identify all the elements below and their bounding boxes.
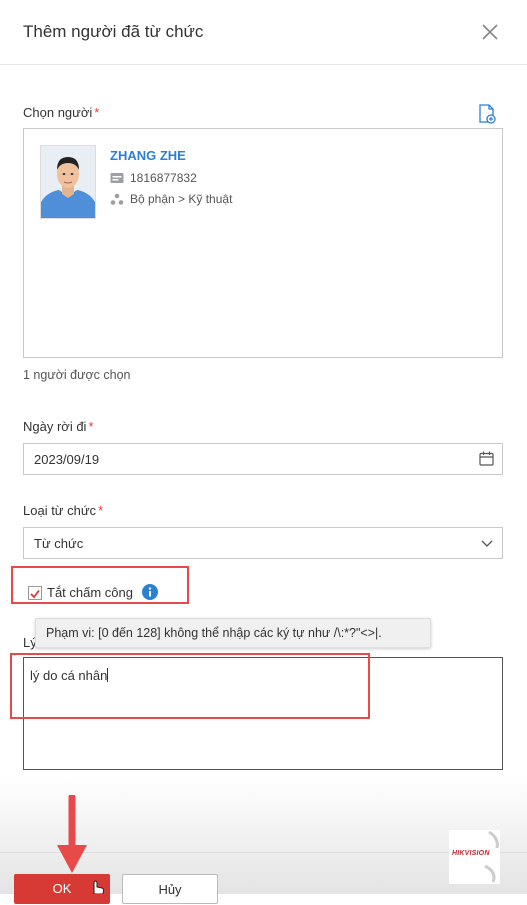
- close-icon[interactable]: [480, 22, 500, 42]
- annotation-highlight-checkbox: [11, 566, 189, 604]
- leave-date-value: 2023/09/19: [34, 452, 100, 467]
- avatar: [40, 145, 96, 219]
- dialog-header: Thêm người đã từ chức: [0, 0, 527, 65]
- leave-date-label: Ngày rời đi *: [23, 419, 94, 434]
- reason-tooltip: Phạm vi: [0 đến 128] không thể nhập các …: [35, 618, 431, 648]
- leave-date-input[interactable]: 2023/09/19: [23, 443, 503, 475]
- reason-tooltip-text: Phạm vi: [0 đến 128] không thể nhập các …: [46, 626, 382, 640]
- annotation-highlight-reason: [10, 653, 370, 719]
- add-person-icon[interactable]: [478, 104, 496, 124]
- dialog-title: Thêm người đã từ chức: [23, 22, 204, 41]
- selected-count: 1 người được chọn: [23, 368, 131, 382]
- cancel-button[interactable]: Hủy: [122, 874, 218, 904]
- brand-logo: HIKVISION: [449, 830, 500, 884]
- calendar-icon[interactable]: [479, 451, 494, 466]
- brand-logo-text: HIKVISION: [452, 850, 490, 857]
- person-picker-label: Chọn người *: [23, 105, 100, 120]
- annotation-arrow-icon: [57, 795, 87, 873]
- required-mark: *: [98, 503, 104, 518]
- required-mark: *: [88, 419, 94, 434]
- person-id: 1816877832: [130, 171, 197, 185]
- resignation-type-label: Loại từ chức *: [23, 503, 104, 518]
- hand-cursor-icon: [93, 880, 105, 894]
- required-mark: *: [94, 105, 100, 120]
- person-department: Bộ phận > Kỹ thuật: [130, 192, 233, 206]
- person-id-row: 1816877832: [110, 171, 197, 185]
- chevron-down-icon: [481, 540, 493, 547]
- selected-people-box: ZHANG ZHE 1816877832 Bộ phận > Kỹ thuật: [23, 128, 503, 358]
- org-icon: [110, 193, 124, 205]
- id-card-icon: [110, 173, 124, 183]
- resignation-type-select[interactable]: Từ chức: [23, 527, 503, 559]
- person-department-row: Bộ phận > Kỹ thuật: [110, 192, 232, 206]
- person-name: ZHANG ZHE: [110, 148, 186, 163]
- resignation-type-value: Từ chức: [34, 536, 84, 551]
